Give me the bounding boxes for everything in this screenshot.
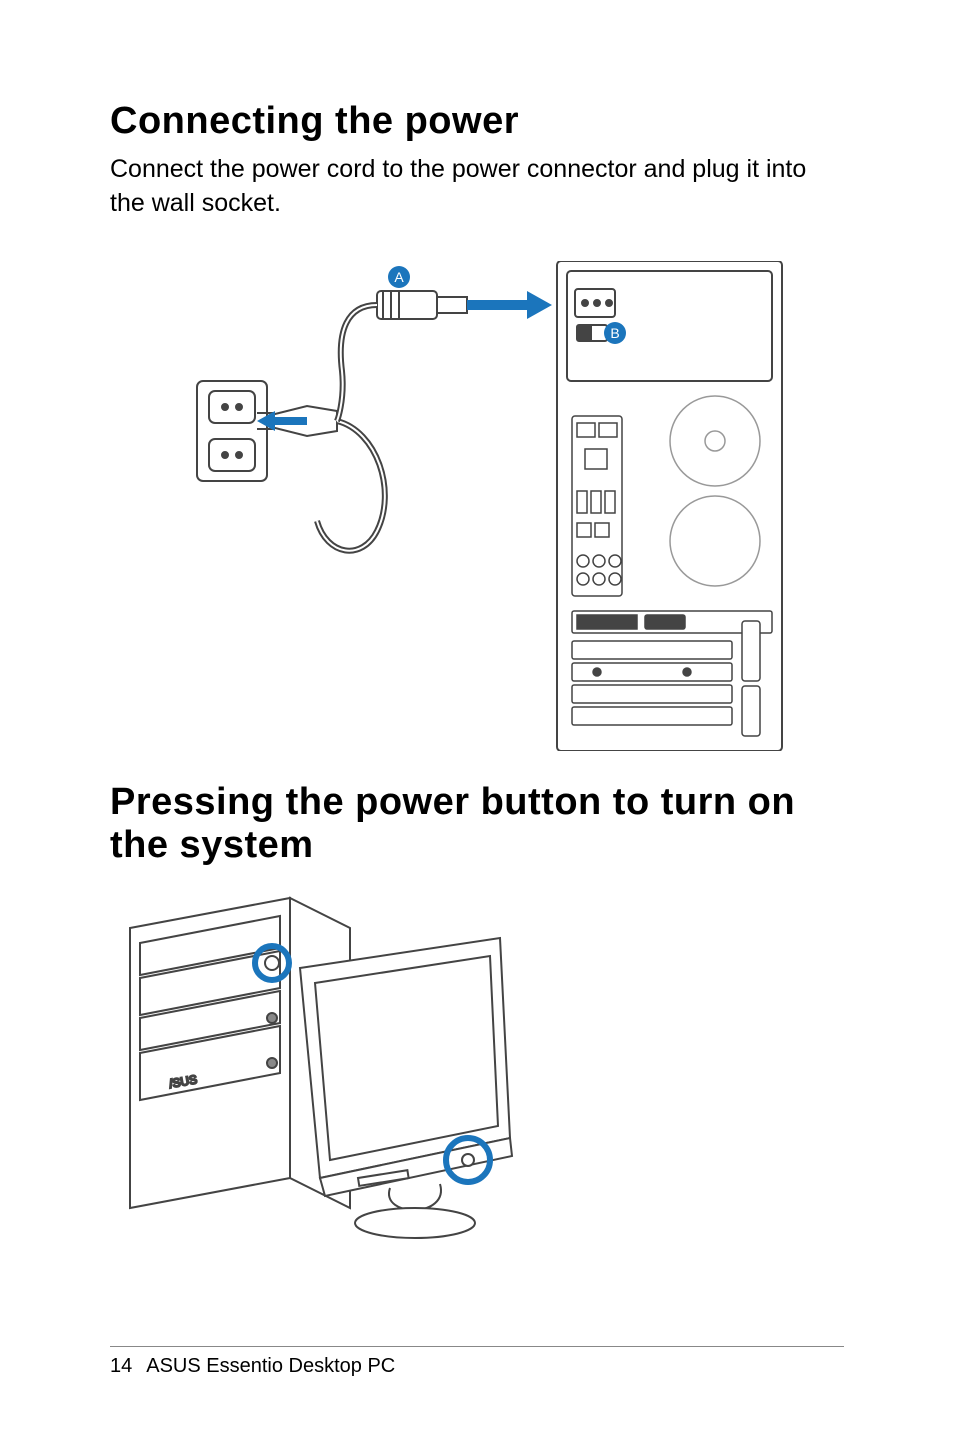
page-footer: 14 ASUS Essentio Desktop PC xyxy=(110,1346,844,1378)
callout-label-a: A xyxy=(388,266,410,288)
power-connection-illustration: A B xyxy=(167,261,787,751)
section-heading-connecting-power: Connecting the power xyxy=(110,100,844,143)
manual-page: Connecting the power Connect the power c… xyxy=(0,0,954,1438)
section-paragraph: Connect the power cord to the power conn… xyxy=(110,153,844,221)
power-button-illustration: /SUS xyxy=(100,888,530,1248)
svg-text:B: B xyxy=(610,325,619,341)
svg-text:A: A xyxy=(394,269,404,285)
page-number: 14 xyxy=(110,1355,132,1378)
footer-title: ASUS Essentio Desktop PC xyxy=(146,1355,395,1378)
callout-label-b: B xyxy=(604,322,626,344)
section-heading-power-button: Pressing the power button to turn on the… xyxy=(110,781,844,868)
